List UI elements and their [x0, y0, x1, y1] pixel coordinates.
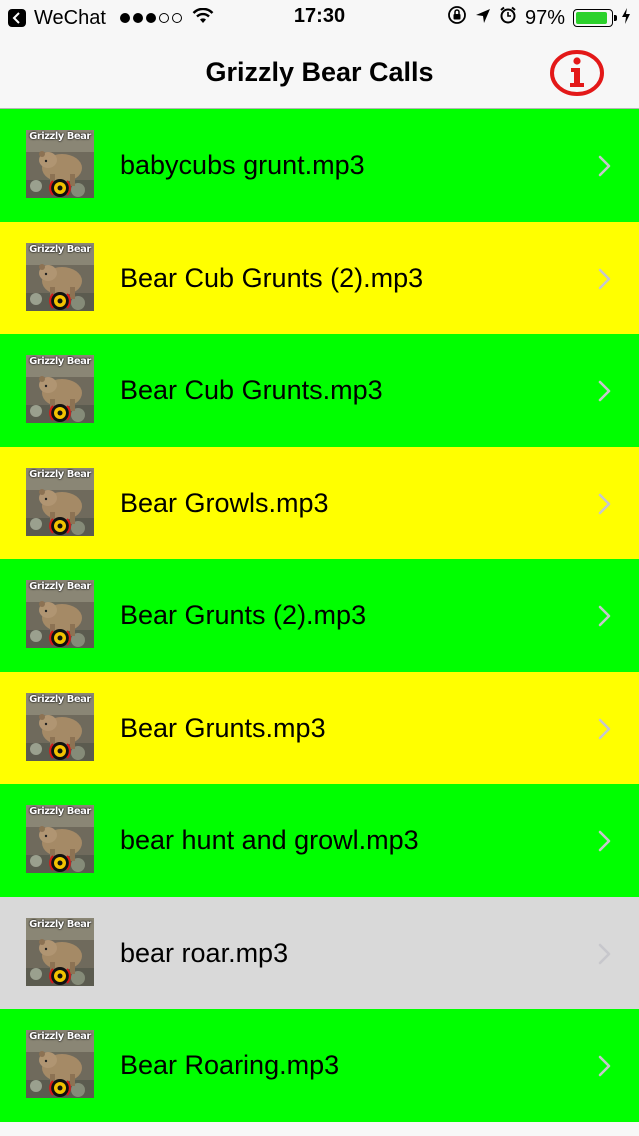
audio-list: Grizzly Bear babycubs grunt.mp3 Grizzly Be… [0, 109, 639, 1122]
list-item[interactable]: Grizzly Bear Bear Grunts (2).mp3 [0, 559, 639, 672]
chevron-right-icon [598, 605, 611, 627]
list-item-label: bear roar.mp3 [120, 937, 289, 968]
wifi-icon [192, 7, 214, 30]
list-item[interactable]: Grizzly Bear bear roar.mp3 [0, 896, 639, 1009]
bear-thumbnail-image: Grizzly Bear [26, 805, 94, 873]
back-to-app-icon[interactable] [8, 9, 26, 27]
signal-dot [145, 13, 156, 23]
bear-thumbnail-image: Grizzly Bear [26, 1030, 94, 1098]
list-item-label: babycubs grunt.mp3 [120, 150, 365, 180]
info-button[interactable] [550, 50, 604, 96]
bear-thumbnail-image: Grizzly Bear [26, 917, 94, 986]
rotation-lock-icon [447, 5, 467, 31]
signal-dot [171, 13, 182, 23]
signal-dot [158, 13, 169, 23]
list-item-label: Bear Cub Grunts (2).mp3 [120, 262, 424, 293]
list-item[interactable]: Grizzly Bear Bear Grunts.mp3 [0, 671, 639, 784]
chevron-right-icon [598, 1055, 611, 1077]
thumbnail-caption: Grizzly Bear [29, 356, 91, 367]
bear-thumbnail-image: Grizzly Bear [26, 355, 94, 423]
navigation-bar: Grizzly Bear Calls [0, 36, 639, 109]
bear-thumbnail-image: Grizzly Bear [26, 580, 94, 648]
thumbnail-caption: Grizzly Bear [29, 581, 91, 592]
battery-percent: 97% [524, 6, 565, 29]
thumbnail-caption: Grizzly Bear [29, 468, 91, 480]
list-item[interactable]: Grizzly Bear Bear Growls.mp3 [0, 446, 639, 559]
bear-thumbnail-image: Grizzly Bear [26, 130, 94, 198]
list-item-label: Bear Roaring.mp3 [120, 1050, 340, 1080]
thumbnail-caption: Grizzly Bear [29, 693, 91, 705]
battery-cap [614, 15, 617, 21]
chevron-right-icon [598, 155, 611, 177]
status-left: WeChat [8, 5, 214, 31]
list-item-label: Bear Grunts.mp3 [120, 712, 326, 743]
thumbnail-caption: Grizzly Bear [29, 918, 91, 930]
list-item[interactable]: Grizzly Bear Bear Roaring.mp3 [0, 1009, 639, 1122]
alarm-icon [499, 6, 517, 30]
thumbnail-caption: Grizzly Bear [29, 243, 91, 255]
chevron-right-icon [598, 493, 611, 514]
chevron-right-icon [598, 943, 611, 964]
cellular-signal-icon [119, 13, 182, 23]
thumbnail-caption: Grizzly Bear [29, 1031, 91, 1042]
list-item-label: bear hunt and growl.mp3 [120, 825, 419, 855]
list-item-label: Bear Grunts (2).mp3 [120, 600, 367, 630]
list-item[interactable]: Grizzly Bear Bear Cub Grunts (2).mp3 [0, 221, 639, 334]
location-icon [475, 7, 491, 30]
signal-dot [119, 13, 130, 23]
status-bar: WeChat 17:30 97% [0, 0, 639, 36]
list-item[interactable]: Grizzly Bear Bear Cub Grunts.mp3 [0, 334, 639, 447]
chevron-right-icon [598, 718, 611, 739]
chevron-right-icon [598, 380, 611, 402]
status-right: 97% [447, 5, 631, 31]
bear-thumbnail-image: Grizzly Bear [26, 692, 94, 761]
list-item-label: Bear Growls.mp3 [120, 487, 329, 518]
info-icon [550, 50, 604, 96]
signal-dot [132, 13, 143, 23]
thumbnail-caption: Grizzly Bear [29, 806, 91, 817]
page-title: Grizzly Bear Calls [205, 57, 434, 87]
charging-icon [621, 7, 631, 30]
back-to-app-label[interactable]: WeChat [34, 7, 106, 30]
list-item[interactable]: Grizzly Bear babycubs grunt.mp3 [0, 109, 639, 222]
list-item[interactable]: Grizzly Bear bear hunt and growl.mp3 [0, 784, 639, 897]
bear-thumbnail-image: Grizzly Bear [26, 467, 94, 536]
battery-icon [573, 9, 617, 27]
list-item-label: Bear Cub Grunts.mp3 [120, 375, 383, 405]
bear-thumbnail-image: Grizzly Bear [26, 242, 94, 311]
battery-level [576, 12, 608, 24]
chevron-right-icon [598, 268, 611, 289]
chevron-right-icon [598, 830, 611, 852]
thumbnail-caption: Grizzly Bear [29, 131, 91, 142]
